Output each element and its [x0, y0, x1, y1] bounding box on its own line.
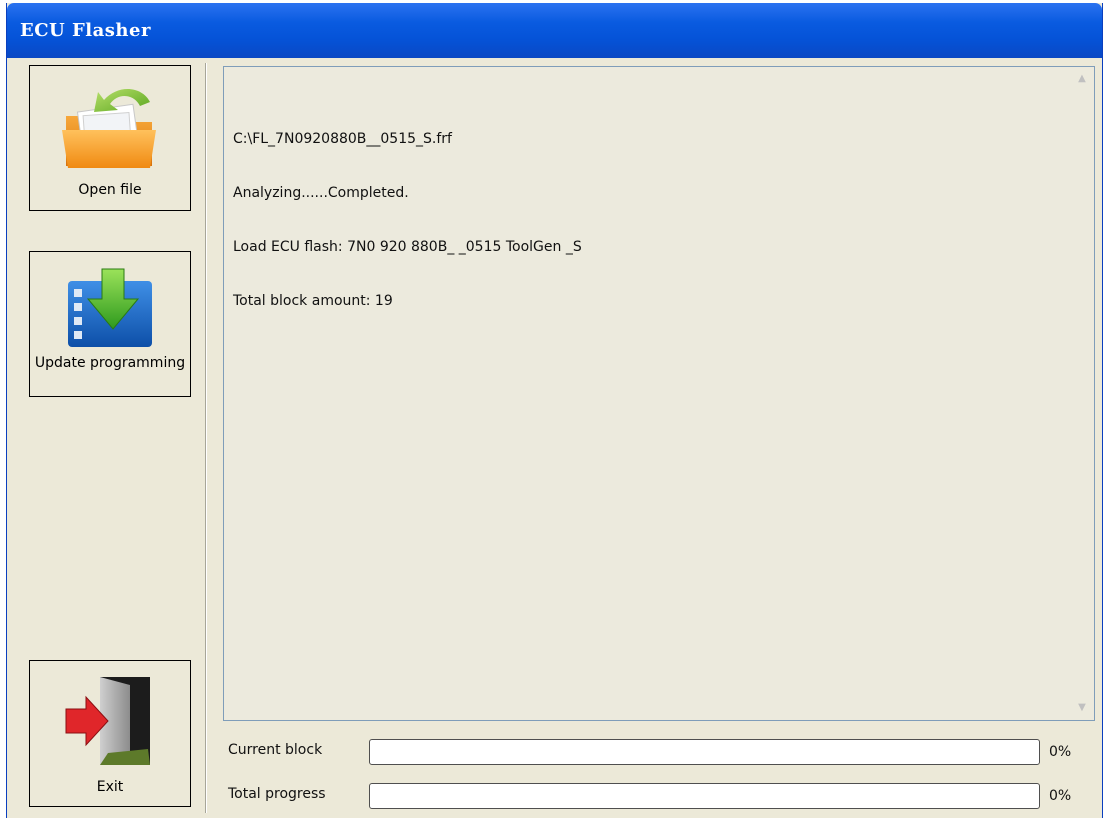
update-programming-button[interactable]: Update programming: [29, 251, 191, 397]
total-progress-label: Total progress: [228, 786, 326, 802]
log-output-panel[interactable]: C:\FL_7N0920880B__0515_S.frf Analyzing..…: [223, 66, 1095, 721]
current-block-progress-bar: [369, 739, 1040, 765]
title-bar[interactable]: ECU Flasher: [7, 3, 1102, 58]
window-body: Open file Update programming Exit C:\FL_…: [7, 58, 1102, 818]
exit-label: Exit: [96, 779, 124, 795]
open-file-label: Open file: [78, 182, 142, 198]
update-programming-label: Update programming: [34, 355, 186, 371]
open-folder-icon: [60, 78, 160, 173]
app-window: ECU Flasher Open file Update programming…: [6, 3, 1103, 818]
scroll-down-arrow-icon[interactable]: ▼: [1072, 698, 1092, 718]
open-file-button[interactable]: Open file: [29, 65, 191, 211]
log-line: C:\FL_7N0920880B__0515_S.frf: [233, 131, 452, 147]
update-download-icon: [60, 267, 160, 352]
log-line: Total block amount: 19: [233, 293, 393, 309]
sidebar-divider: [205, 63, 206, 813]
total-progress-percent: 0%: [1049, 788, 1072, 804]
exit-button[interactable]: Exit: [29, 660, 191, 807]
current-block-row: Current block 0%: [223, 737, 1095, 767]
log-output-text: C:\FL_7N0920880B__0515_S.frf Analyzing..…: [233, 94, 582, 346]
current-block-label: Current block: [228, 742, 323, 758]
window-title: ECU Flasher: [20, 20, 151, 41]
total-progress-row: Total progress 0%: [223, 781, 1095, 811]
log-line: Analyzing......Completed.: [233, 185, 409, 201]
scroll-up-arrow-icon[interactable]: ▲: [1072, 69, 1092, 89]
total-progress-bar: [369, 783, 1040, 809]
current-block-percent: 0%: [1049, 744, 1072, 760]
log-scrollbar[interactable]: ▲ ▼: [1072, 69, 1092, 718]
exit-door-icon: [60, 675, 160, 769]
log-line: Load ECU flash: 7N0 920 880B_ _0515 Tool…: [233, 239, 582, 255]
